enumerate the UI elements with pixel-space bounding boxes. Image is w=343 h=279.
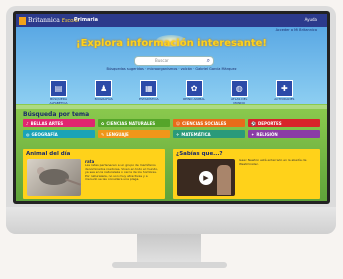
topics-heading: Búsqueda por tema [23, 111, 90, 118]
quick-link-statistics[interactable]: ▦ ESTADÍSTICA [136, 80, 162, 105]
section-label: Primaria [74, 17, 98, 23]
rat-body [39, 169, 69, 185]
top-bar: Britannica Escolar Primaria Ayuda [16, 14, 327, 27]
horizon-strip [16, 105, 327, 109]
topic-sports[interactable]: ⚽ DEPORTES [248, 119, 320, 127]
logo-text: Britannica [28, 17, 60, 24]
play-icon[interactable]: ▶ [199, 171, 213, 185]
topics-grid: ♪ BELLAS ARTES ✿ CIENCIAS NATURALES ☺ CIENC… [23, 119, 320, 138]
monitor-stand [137, 234, 201, 264]
animal-description: Las ratas pertenecen a un grupo de mamíf… [85, 163, 159, 182]
quick-link-label: REINO ANIMAL [183, 97, 205, 101]
search-box[interactable]: Buscar ⌕ [134, 56, 214, 66]
topic-geography[interactable]: ◍ GEOGRAFÍA [23, 130, 95, 138]
search-input[interactable]: Buscar [155, 58, 169, 63]
quick-link-biographies[interactable]: ♟ BIOGRAFÍAS [91, 80, 117, 105]
fact-panel-title: ¿Sabías que...? [176, 151, 223, 157]
quick-link-label: ESTADÍSTICA [139, 97, 159, 101]
topic-label: GEOGRAFÍA [31, 131, 58, 137]
topic-label: DEPORTES [257, 120, 282, 126]
topic-label: RELIGIÓN [256, 131, 278, 137]
rat-tail [65, 178, 81, 186]
globe-icon: ◍ [26, 131, 30, 137]
fact-text: Isaac Newton está enterrado en la abadía… [239, 158, 307, 166]
rat-image[interactable] [27, 159, 81, 196]
flower-icon: ✿ [101, 120, 105, 126]
animal-text: rata Las ratas pertenecen a un grupo de … [85, 159, 160, 182]
thistle-icon [19, 16, 26, 25]
topic-religion[interactable]: ✦ RELIGIÓN [248, 130, 320, 138]
topic-natural-sciences[interactable]: ✿ CIENCIAS NATURALES [98, 119, 170, 127]
music-icon: ♪ [26, 120, 29, 126]
books-icon: ▤ [50, 80, 68, 97]
did-you-know-panel[interactable]: ¿Sabías que...? ▶ Isaac Newton está ente… [173, 149, 320, 199]
page-headline: ¡Explora información interesante! [76, 38, 267, 49]
quick-link-animals[interactable]: ✿ REINO ANIMAL [181, 80, 207, 105]
browser-screen: Britannica Escolar Primaria Ayuda Accede… [16, 14, 327, 201]
people-icon: ☺ [176, 120, 181, 126]
topic-label: CIENCIAS NATURALES [106, 120, 156, 126]
quick-link-label: ACTIVIDADES [274, 97, 295, 101]
video-thumbnail-figure [217, 165, 231, 195]
account-link[interactable]: Acceder a Mi Britannica [276, 28, 317, 32]
quick-link-atlas[interactable]: ◍ ATLAS DEL MUNDO [226, 80, 252, 105]
ball-icon: ⚽ [251, 120, 256, 126]
topic-math[interactable]: ÷ MATEMÁTICA [173, 130, 245, 138]
search-icon[interactable]: ⌕ [207, 57, 210, 65]
topic-social-sciences[interactable]: ☺ CIENCIAS SOCIALES [173, 119, 245, 127]
quick-links: ▤ BÚSQUEDA ALFABÉTICA ♟ BIOGRAFÍAS ▦ EST… [16, 80, 327, 105]
topic-label: LENGUAJE [106, 131, 129, 137]
globe-icon: ◍ [230, 80, 248, 97]
fact-video[interactable]: ▶ [177, 159, 235, 196]
paw-icon: ✿ [185, 80, 203, 97]
monitor-chin [6, 207, 336, 234]
topic-label: CIENCIAS SOCIALES [182, 120, 227, 126]
quick-link-label: ATLAS DEL MUNDO [231, 97, 248, 105]
pencil-icon: ✎ [101, 131, 105, 137]
puzzle-icon: ✚ [275, 80, 293, 97]
topic-language[interactable]: ✎ LENGUAJE [98, 130, 170, 138]
divide-icon: ÷ [176, 131, 180, 137]
animal-panel-title: Animal del día [26, 151, 71, 157]
suggested-searches[interactable]: Búsquedas sugeridas · microorganismos · … [16, 67, 327, 71]
quick-link-label: BÚSQUEDA ALFABÉTICA [49, 97, 68, 105]
britannica-logo[interactable]: Britannica Escolar [19, 16, 80, 25]
quick-link-label: BIOGRAFÍAS [94, 97, 113, 101]
monitor-base [112, 262, 227, 268]
quick-link-alphabetical[interactable]: ▤ BÚSQUEDA ALFABÉTICA [46, 80, 72, 105]
animal-of-day-panel[interactable]: Animal del día rata Las ratas pertenecen… [23, 149, 165, 199]
quick-link-activities[interactable]: ✚ ACTIVIDADES [271, 80, 297, 105]
topic-label: BELLAS ARTES [30, 120, 64, 126]
chart-icon: ▦ [140, 80, 158, 97]
person-icon: ♟ [95, 80, 113, 97]
help-link[interactable]: Ayuda [305, 17, 317, 22]
topic-fine-arts[interactable]: ♪ BELLAS ARTES [23, 119, 95, 127]
star-icon: ✦ [251, 131, 255, 137]
topic-label: MATEMÁTICA [181, 131, 211, 137]
